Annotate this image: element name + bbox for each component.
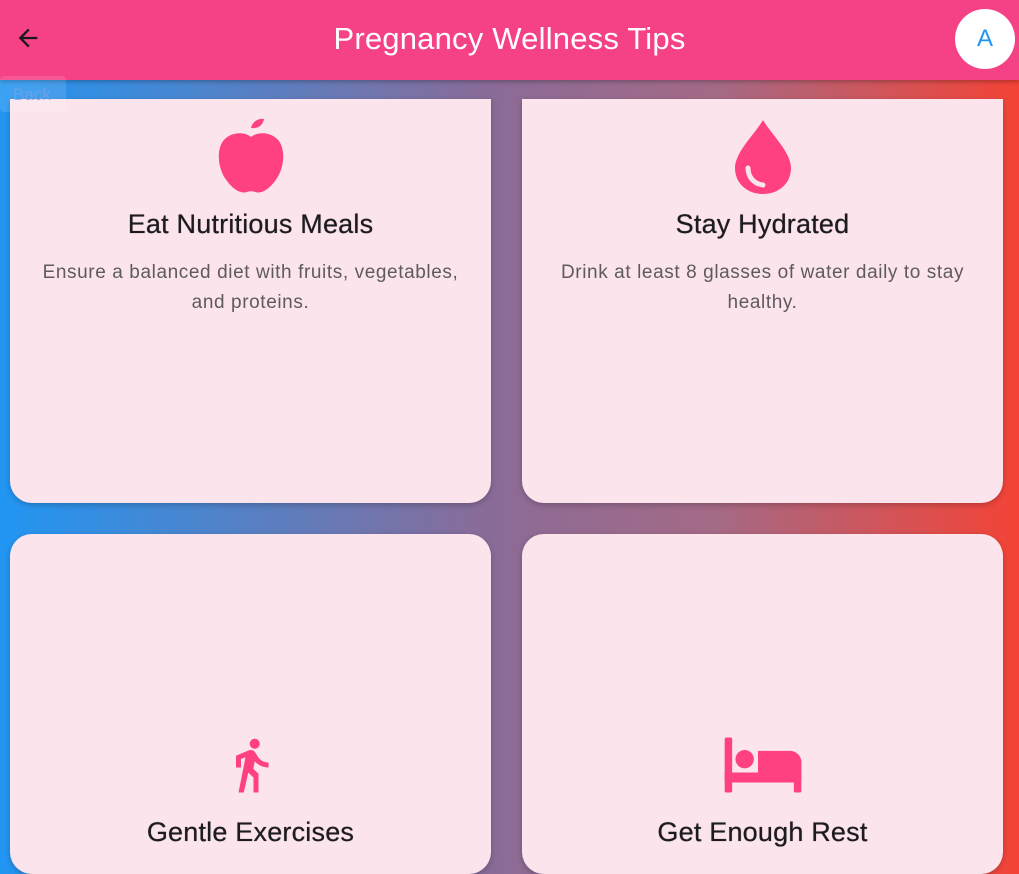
tip-card-hydration[interactable]: Stay Hydrated Drink at least 8 glasses o… — [522, 99, 1003, 503]
walking-icon — [211, 725, 291, 805]
tip-description: Ensure a balanced diet with fruits, vege… — [42, 262, 459, 313]
app-bar: Pregnancy Wellness Tips A — [0, 0, 1019, 80]
back-button[interactable]: Back — [0, 76, 66, 112]
tip-title: Stay Hydrated — [675, 209, 850, 239]
tip-card-exercise[interactable]: Gentle Exercises — [10, 534, 491, 874]
page-title: Pregnancy Wellness Tips — [333, 21, 686, 56]
tip-title: Gentle Exercises — [146, 817, 355, 847]
water-drop-icon — [723, 117, 803, 197]
tip-card-rest[interactable]: Get Enough Rest — [522, 534, 1003, 874]
apple-icon — [211, 117, 291, 197]
tip-title: Eat Nutritious Meals — [127, 209, 374, 239]
bed-icon — [723, 725, 803, 805]
tip-description: Drink at least 8 glasses of water daily … — [560, 262, 965, 313]
user-avatar[interactable]: A — [955, 9, 1015, 69]
tip-card-nutrition[interactable]: Eat Nutritious Meals Ensure a balanced d… — [10, 99, 491, 503]
tip-title: Get Enough Rest — [657, 817, 868, 847]
